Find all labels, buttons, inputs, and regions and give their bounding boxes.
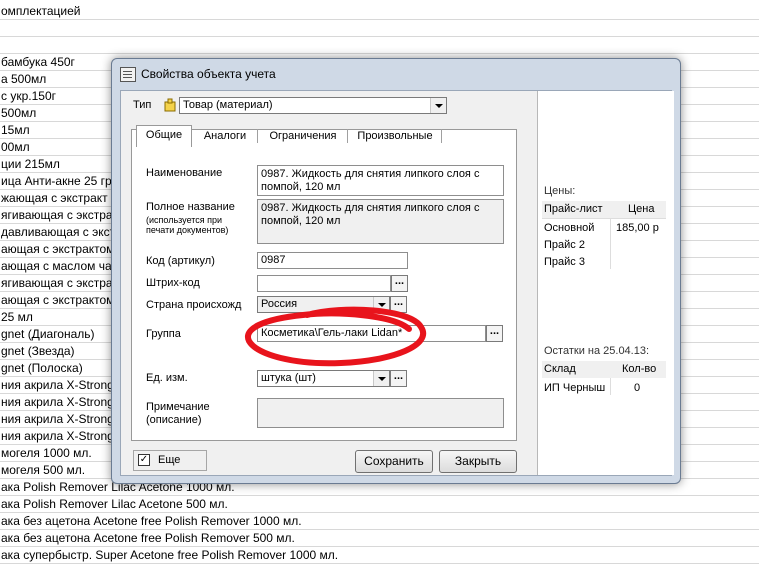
fullname-field[interactable]: 0987. Жидкость для снятия липкого слоя с…: [257, 199, 504, 244]
more-checkbox-label: Еще: [158, 454, 181, 466]
background-list-row[interactable]: ака без ацетона Acetone free Polish Remo…: [0, 513, 759, 530]
save-button[interactable]: Сохранить: [355, 450, 433, 473]
type-select[interactable]: Товар (материал): [179, 97, 447, 114]
dialog-body: Тип Товар (материал) Общие Аналоги Огран…: [120, 90, 674, 476]
background-list-row[interactable]: ака Polish Remover Lilac Acetone 500 мл.: [0, 496, 759, 513]
price-row-name[interactable]: Прайс 2: [544, 239, 585, 251]
barcode-label: Штрих-код: [146, 277, 200, 289]
price-row-name[interactable]: Прайс 3: [544, 256, 585, 268]
note-field[interactable]: [257, 398, 504, 428]
background-list-row[interactable]: ака супербыстр. Super Acetone free Polis…: [0, 547, 759, 564]
price-row-name[interactable]: Основной: [544, 222, 594, 234]
group-label: Группа: [146, 328, 181, 340]
prices-col-pricelist: Прайс-лист: [544, 203, 603, 215]
stock-col-warehouse: Склад: [544, 363, 576, 375]
code-field[interactable]: 0987: [257, 252, 408, 269]
tab-general[interactable]: Общие: [136, 125, 192, 147]
properties-dialog: Свойства объекта учета Тип Товар (матери…: [111, 58, 681, 484]
side-panel: Цены: Прайс-лист Цена Основной 185,00 р …: [537, 91, 674, 475]
unit-label: Ед. изм.: [146, 372, 188, 384]
stock-row-qty[interactable]: 0: [634, 382, 640, 394]
country-label: Страна происхожд: [146, 299, 242, 311]
note-label: Примечание (описание): [146, 401, 210, 426]
background-list-row[interactable]: омплектацией: [0, 3, 759, 20]
tab-separator: [347, 129, 348, 143]
stock-col-divider: [610, 378, 611, 395]
group-browse-button[interactable]: ...: [486, 325, 503, 342]
barcode-browse-button[interactable]: ...: [391, 275, 408, 292]
stock-row-name[interactable]: ИП Черныш: [544, 382, 605, 394]
check-icon[interactable]: ✓: [138, 454, 150, 466]
type-select-value: Товар (материал): [183, 99, 273, 111]
barcode-field[interactable]: [257, 275, 391, 292]
product-icon: [163, 97, 177, 112]
chevron-down-icon[interactable]: [430, 98, 446, 113]
dialog-title: Свойства объекта учета: [141, 67, 276, 81]
fullname-hint: (используется при печати документов): [146, 215, 229, 235]
price-row-value[interactable]: 185,00 р: [616, 222, 659, 234]
close-button[interactable]: Закрыть: [439, 450, 517, 473]
code-label: Код (артикул): [146, 255, 215, 267]
stock-title: Остатки на 25.04.13:: [544, 345, 650, 357]
more-checkbox-group[interactable]: ✓ Еще: [133, 450, 207, 471]
tab-analogs[interactable]: Аналоги: [197, 127, 253, 147]
stock-col-qty: Кол-во: [622, 363, 657, 375]
background-list-row[interactable]: [0, 37, 759, 54]
dialog-icon: [120, 67, 136, 82]
tab-separator: [257, 129, 258, 143]
type-label: Тип: [133, 99, 152, 111]
prices-col-divider: [610, 218, 611, 269]
tab-custom[interactable]: Произвольные: [353, 127, 437, 147]
name-field[interactable]: 0987. Жидкость для снятия липкого слоя с…: [257, 165, 504, 196]
fullname-label: Полное название: [146, 201, 235, 213]
background-list-row[interactable]: [0, 20, 759, 37]
tab-separator: [441, 129, 442, 143]
red-annotation-circle: [245, 306, 427, 367]
background-list-row[interactable]: ака без ацетона Acetone free Polish Remo…: [0, 530, 759, 547]
tab-restrictions[interactable]: Ограничения: [263, 127, 343, 147]
prices-col-price: Цена: [628, 203, 655, 215]
prices-title: Цены:: [544, 185, 576, 197]
name-label: Наименование: [146, 167, 223, 179]
